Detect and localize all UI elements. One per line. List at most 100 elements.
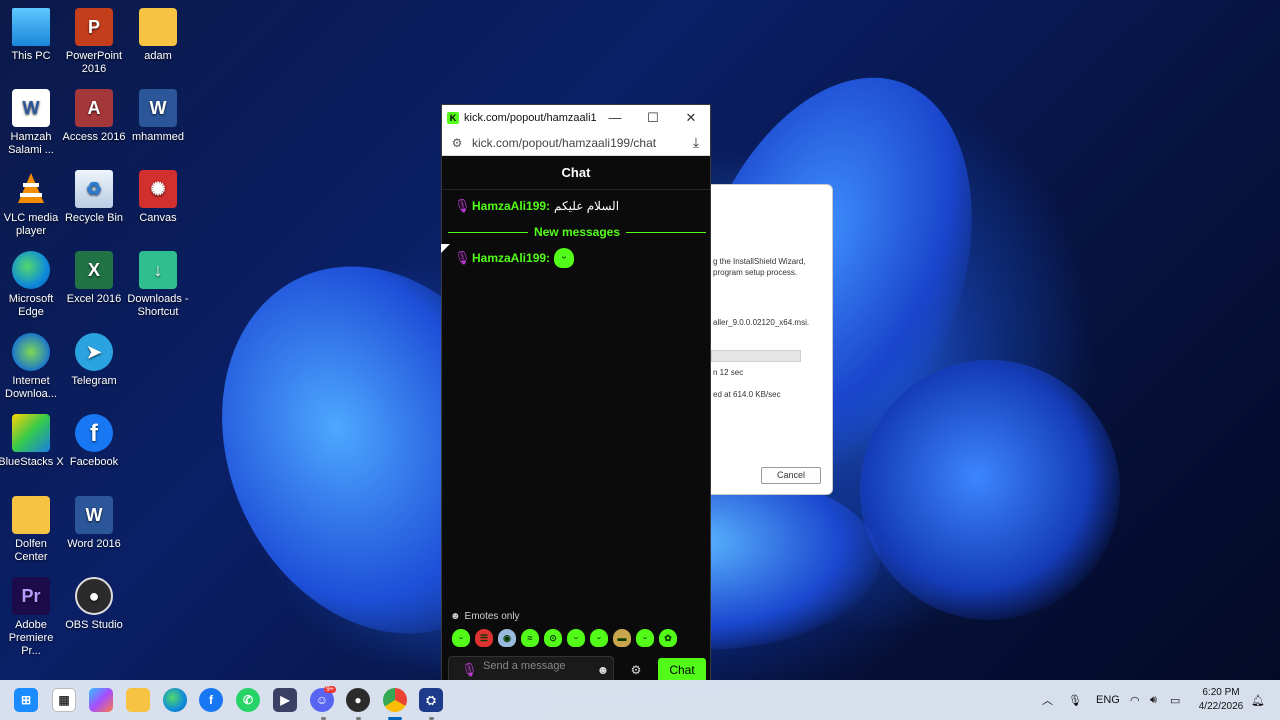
mic-icon: 🎙︎ [454, 198, 471, 213]
emote-icon[interactable]: ᵕ [590, 629, 608, 647]
desktop-icon-label: adam [144, 50, 172, 62]
desktop-icon-downloads-shortcut[interactable]: ↓ Downloads - Shortcut [125, 251, 191, 319]
obs-icon: ● [75, 577, 113, 615]
desktop-icon-label: BlueStacks X [0, 456, 64, 468]
desktop-icon-label: Excel 2016 [66, 293, 122, 305]
emote-icon[interactable]: ⊙ [544, 629, 562, 647]
download-icon[interactable]: ⤓ [682, 134, 710, 151]
chat-input-row: 🎙︎ Send a message ☻ ⚙ Chat [448, 656, 706, 680]
close-icon[interactable]: ✕ [672, 110, 710, 126]
desktop-icon-idm[interactable]: Internet Downloa... [0, 333, 64, 401]
media-player-icon[interactable]: ▶ [273, 688, 297, 712]
maximize-icon[interactable]: ☐ [634, 110, 672, 126]
volume-icon[interactable]: 🔊︎ [1150, 680, 1157, 720]
vlc-icon [12, 170, 50, 208]
desktop-icon-facebook[interactable]: f Facebook [61, 414, 127, 469]
desktop-icon-label: Facebook [69, 456, 119, 468]
emote-icon[interactable]: ▬ [613, 629, 631, 647]
store-icon[interactable]: ▦ [52, 688, 76, 712]
send-chat-button[interactable]: Chat [658, 658, 706, 680]
access-icon: A [75, 89, 113, 127]
copilot-icon[interactable] [89, 688, 113, 712]
installer-text: program setup process. [713, 268, 798, 277]
wallpaper-petal [860, 360, 1120, 620]
desktop-icon-excel[interactable]: X Excel 2016 [61, 251, 127, 306]
notification-bell-icon[interactable]: 🔔︎ [1251, 680, 1265, 720]
edge-icon [12, 251, 50, 289]
chat-message-text: السلام عليكم [554, 199, 620, 213]
desktop-icon-telegram[interactable]: ➤ Telegram [61, 333, 127, 388]
site-settings-icon[interactable]: ⚙ [442, 136, 472, 150]
desktop-icon-adam[interactable]: adam [125, 8, 191, 63]
microphone-icon[interactable]: 🎙︎ [1068, 680, 1082, 720]
chat-settings-icon[interactable]: ⚙ [614, 663, 658, 677]
desktop-icon-label: PowerPoint 2016 [65, 50, 123, 75]
emote-icon[interactable]: ☰ [475, 629, 493, 647]
desktop-icon-recycle-bin[interactable]: ♻ Recycle Bin [61, 170, 127, 225]
url-text[interactable]: kick.com/popout/hamzaali199/chat [472, 136, 682, 150]
installer-text: g the InstallShield Wizard, [713, 257, 806, 266]
desktop-icon-mhammed[interactable]: W mhammed [125, 89, 191, 144]
desktop-icon-this-pc[interactable]: This PC [0, 8, 64, 63]
word-doc-icon: W [139, 89, 177, 127]
battery-icon[interactable]: ▭ [1170, 680, 1180, 720]
desktop-icon-label: This PC [11, 50, 51, 62]
emote-icon[interactable]: ᵕ [452, 629, 470, 647]
chat-username[interactable]: HamzaAli199: [472, 199, 550, 213]
chrome-icon[interactable] [383, 688, 407, 712]
chat-input-placeholder: Send a message [483, 660, 566, 672]
tray-overflow-icon[interactable]: ︿ [1042, 680, 1053, 720]
wifi-icon[interactable]: ◠ [1130, 680, 1140, 720]
chat-message: 🎙︎ HamzaAli199: ᵕ [454, 248, 575, 268]
chat-username[interactable]: HamzaAli199: [472, 251, 550, 265]
emoji-picker-icon[interactable]: ☻ [593, 663, 613, 677]
desktop-icon-bluestacks[interactable]: BlueStacks X [0, 414, 64, 469]
desktop-icon-word[interactable]: W Word 2016 [61, 496, 127, 551]
powerpoint-icon: P [75, 8, 113, 46]
chat-popup-window: K kick.com/popout/hamzaali1... — ☐ ✕ ⚙ k… [441, 104, 711, 680]
premiere-icon: Pr [12, 577, 50, 615]
clock-date: 4/22/2026 [1198, 701, 1244, 712]
desktop-icon-dolfen-center[interactable]: Dolfen Center [0, 496, 64, 564]
desktop-icon-hamzah-salami[interactable]: W Hamzah Salami ... [0, 89, 64, 157]
recycle-bin-icon: ♻ [75, 170, 113, 208]
desktop-icon-vlc[interactable]: VLC media player [0, 170, 64, 238]
desktop-icon-label: Downloads - Shortcut [127, 293, 189, 318]
installer-time-remaining: n 12 sec [713, 368, 744, 377]
chat-input[interactable]: 🎙︎ Send a message ☻ [448, 656, 614, 680]
installer-icon[interactable]: ⛭ [419, 688, 443, 712]
edge-icon[interactable] [163, 688, 187, 712]
chat-message: 🎙︎ HamzaAli199: السلام عليكم [454, 198, 619, 214]
emote-icon[interactable]: ᵕ [567, 629, 585, 647]
desktop-icon-access[interactable]: A Access 2016 [61, 89, 127, 144]
emote-icon[interactable]: ✿ [659, 629, 677, 647]
desktop-icon-obs[interactable]: ● OBS Studio [61, 577, 127, 632]
taskbar-clock[interactable]: 6:20 PM 4/22/2026 [1192, 686, 1250, 714]
new-messages-label: New messages [533, 225, 621, 239]
canvas-icon: ✺ [139, 170, 177, 208]
desktop-icon-powerpoint[interactable]: P PowerPoint 2016 [61, 8, 127, 76]
folder-user-icon [12, 496, 50, 534]
start-menu-icon[interactable]: ⊞ [14, 688, 38, 712]
desktop-icon-label: Telegram [71, 375, 117, 387]
desktop-icon-label: Adobe Premiere Pr... [8, 619, 54, 657]
file-explorer-icon[interactable] [126, 688, 150, 712]
language-indicator[interactable]: ENG [1096, 680, 1120, 720]
desktop-icon-canvas[interactable]: ✺ Canvas [125, 170, 191, 225]
emote-icon[interactable]: ≈ [521, 629, 539, 647]
clock-time: 6:20 PM [1202, 687, 1240, 698]
whatsapp-icon[interactable]: ✆ [236, 688, 260, 712]
minimize-icon[interactable]: — [596, 110, 634, 125]
emote-icon[interactable]: ᵕ [636, 629, 654, 647]
desktop-icon-premiere[interactable]: Pr Adobe Premiere Pr... [0, 577, 64, 658]
desktop-icon-label: mhammed [132, 131, 184, 143]
cancel-button[interactable]: Cancel [761, 467, 821, 484]
obs-icon[interactable]: ● [346, 688, 370, 712]
quick-emote-bar: ᵕ ☰ ◉ ≈ ⊙ ᵕ ᵕ ▬ ᵕ ✿ [452, 629, 677, 647]
desktop-icon-edge[interactable]: Microsoft Edge [0, 251, 64, 319]
installer-progress-bar [711, 350, 801, 362]
facebook-icon[interactable]: f [199, 688, 223, 712]
excel-icon: X [75, 251, 113, 289]
emote-icon: ᵕ [554, 248, 575, 268]
emote-icon[interactable]: ◉ [498, 629, 516, 647]
